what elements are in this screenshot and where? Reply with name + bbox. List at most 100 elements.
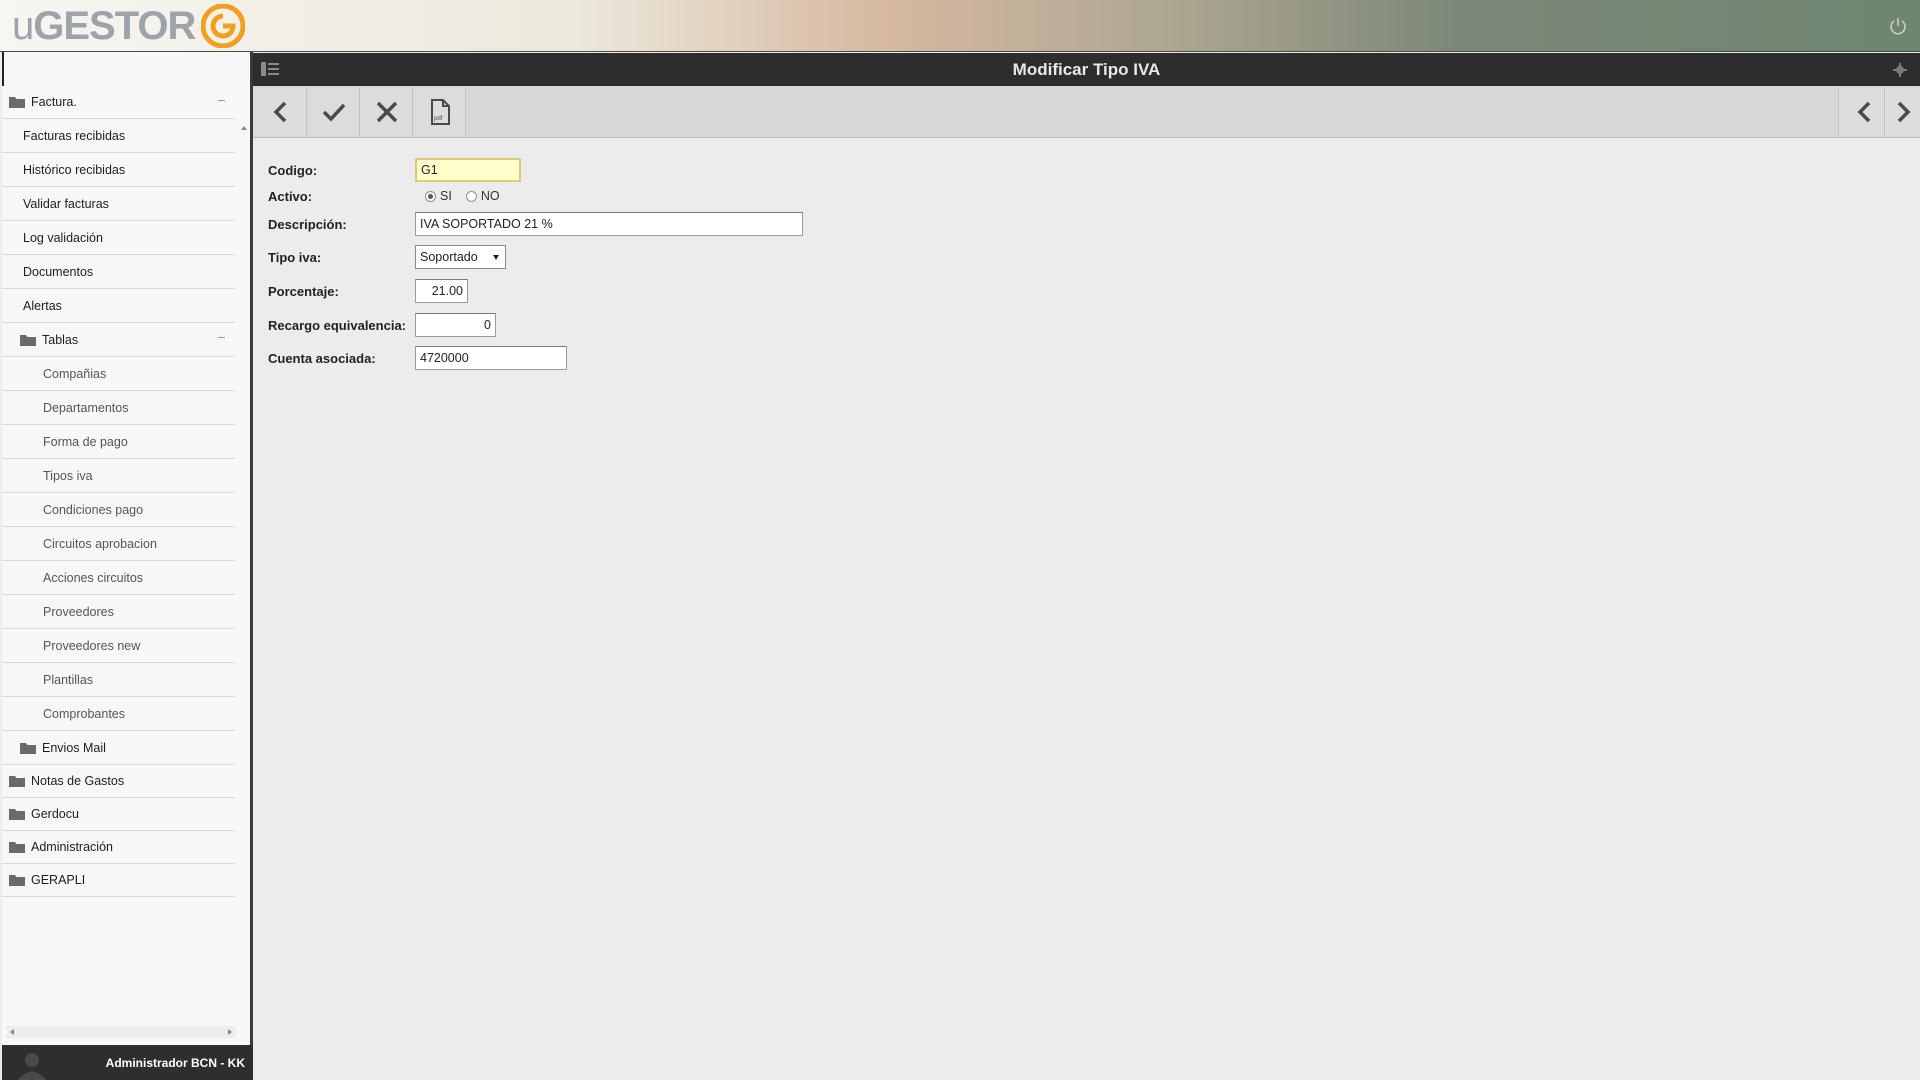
- recargo-row: Recargo equivalencia:: [268, 313, 1168, 337]
- sidebar-item-comprobantes[interactable]: Comprobantes: [2, 697, 235, 731]
- folder-icon: [9, 97, 25, 108]
- check-icon: [322, 103, 345, 122]
- page-header: Modificar Tipo IVA: [253, 53, 1920, 86]
- user-bar[interactable]: Administrador BCN - KK: [2, 1045, 253, 1080]
- page-title: Modificar Tipo IVA: [1012, 59, 1161, 79]
- logo-mark-icon: [201, 4, 246, 48]
- activo-no-label: NO: [480, 189, 500, 203]
- folder-icon: [9, 842, 25, 853]
- activo-no-radio[interactable]: [465, 190, 477, 202]
- codigo-row: Codigo:: [268, 158, 1168, 182]
- sidebar-item-label: Comprobantes: [43, 706, 125, 721]
- cancel-button[interactable]: [361, 88, 413, 136]
- sidebar-item-label: Factura.: [31, 95, 77, 109]
- sidebar-item-circuitos-aprobacion[interactable]: Circuitos aprobacion: [2, 527, 235, 561]
- sidebar-item-companias[interactable]: Compañias: [2, 357, 235, 391]
- scroll-up-icon[interactable]: [241, 126, 247, 130]
- sidebar-item-label: Envios Mail: [42, 740, 106, 755]
- user-name: Administrador BCN - KK: [105, 1055, 245, 1070]
- sidebar-item-label: Documentos: [23, 264, 94, 279]
- sidebar-item-gerapli[interactable]: GERAPLI: [2, 864, 235, 897]
- close-icon: [376, 101, 397, 123]
- sidebar-item-validar-facturas[interactable]: Validar facturas: [2, 187, 235, 221]
- descripcion-field[interactable]: [415, 212, 803, 236]
- pdf-icon: pdf: [430, 99, 450, 125]
- sidebar-item-label: Alertas: [23, 298, 62, 313]
- sidebar-item-condiciones-pago[interactable]: Condiciones pago: [2, 493, 235, 527]
- power-icon[interactable]: [1888, 16, 1908, 36]
- codigo-field[interactable]: [415, 158, 521, 182]
- sidebar-item-label: Plantillas: [43, 672, 94, 687]
- sidebar-item-tablas[interactable]: Tablas: [2, 323, 235, 357]
- descripcion-label: Descripción:: [268, 216, 347, 232]
- sidebar-item-label: GERAPLI: [31, 873, 86, 887]
- sidebar-item-acciones-circuitos[interactable]: Acciones circuitos: [2, 561, 235, 595]
- activo-radio-group: SI NO: [425, 189, 514, 203]
- main-scrollbar[interactable]: [1908, 138, 1920, 1080]
- activo-row: Activo: SI NO: [268, 184, 1168, 208]
- sidebar-item-alertas[interactable]: Alertas: [2, 289, 235, 323]
- sidebar-item-label: Compañias: [43, 366, 107, 381]
- cuenta-field[interactable]: [415, 346, 567, 370]
- sidebar-item-plantillas[interactable]: Plantillas: [2, 663, 235, 697]
- top-banner: uGESTOR: [0, 0, 1920, 52]
- toolbar: pdf: [253, 86, 1920, 138]
- menu-toggle-icon[interactable]: [261, 62, 279, 76]
- sidebar-item-departamentos[interactable]: Departamentos: [2, 391, 235, 425]
- tipo-iva-select[interactable]: Soportado: [415, 245, 506, 269]
- folder-icon: [9, 875, 25, 886]
- chevron-left-icon: [1857, 101, 1870, 123]
- sidebar-item-administracion[interactable]: Administración: [2, 831, 235, 864]
- sidebar: Factura. Facturas recibidas Histórico reci…: [2, 52, 253, 1080]
- sidebar-item-proveedores-new[interactable]: Proveedores new: [2, 629, 235, 663]
- settings-icon[interactable]: [1892, 62, 1908, 78]
- folder-icon: [9, 776, 25, 787]
- activo-label: Activo:: [268, 188, 313, 204]
- logo-text: uGESTOR: [12, 4, 196, 48]
- sidebar-item-forma-de-pago[interactable]: Forma de pago: [2, 425, 235, 459]
- folder-icon: [9, 809, 25, 820]
- tipo-iva-selected: Soportado: [420, 250, 478, 264]
- sidebar-divider: [2, 52, 4, 86]
- pdf-button[interactable]: pdf: [414, 88, 466, 136]
- sidebar-item-label: Validar facturas: [23, 196, 109, 211]
- pdf-icon-text: pdf: [434, 116, 443, 122]
- sidebar-item-documentos[interactable]: Documentos: [2, 255, 235, 289]
- sidebar-item-envios-mail[interactable]: Envios Mail: [2, 731, 235, 765]
- sidebar-item-log-validacion[interactable]: Log validación: [2, 221, 235, 255]
- scroll-right-icon[interactable]: [228, 1029, 232, 1035]
- sidebar-item-tipos-iva[interactable]: Tipos iva: [2, 459, 235, 493]
- sidebar-item-gerdocu[interactable]: Gerdocu: [2, 798, 235, 831]
- back-button[interactable]: [255, 88, 307, 136]
- previous-record-button[interactable]: [1838, 88, 1890, 136]
- scroll-left-icon[interactable]: [10, 1029, 14, 1035]
- sidebar-item-label: Condiciones pago: [43, 502, 144, 517]
- sidebar-item-facturas-recibidas[interactable]: Facturas recibidas: [2, 119, 235, 153]
- sidebar-item-label: Proveedores: [43, 604, 114, 619]
- sidebar-horizontal-scrollbar[interactable]: [6, 1026, 236, 1038]
- porcentaje-row: Porcentaje:: [268, 279, 1168, 303]
- sidebar-item-notas-de-gastos[interactable]: Notas de Gastos: [2, 765, 235, 798]
- sidebar-item-label: Forma de pago: [43, 434, 128, 449]
- sidebar-item-label: Circuitos aprobacion: [43, 536, 157, 551]
- recargo-field[interactable]: [415, 313, 496, 337]
- porcentaje-field[interactable]: [415, 279, 468, 303]
- sidebar-item-historico-recibidas[interactable]: Histórico recibidas: [2, 153, 235, 187]
- sidebar-vertical-scrollbar[interactable]: [240, 86, 249, 1050]
- next-record-button[interactable]: [1884, 88, 1920, 136]
- collapse-icon[interactable]: [218, 337, 225, 338]
- accept-button[interactable]: [308, 88, 360, 136]
- sidebar-item-label: Proveedores new: [43, 638, 141, 653]
- sidebar-item-factura[interactable]: Factura.: [2, 86, 235, 119]
- activo-si-radio[interactable]: [425, 190, 436, 202]
- sidebar-item-label: Administración: [31, 840, 113, 854]
- sidebar-item-proveedores[interactable]: Proveedores: [2, 595, 235, 629]
- sidebar-nav: Factura. Facturas recibidas Histórico reci…: [2, 86, 235, 897]
- cuenta-row: Cuenta asociada:: [268, 346, 1168, 370]
- tipo-iva-row: Tipo iva: Soportado: [268, 245, 1168, 269]
- user-avatar-icon: [18, 1053, 46, 1080]
- recargo-label: Recargo equivalencia:: [268, 317, 406, 333]
- folder-icon: [20, 742, 36, 754]
- collapse-icon[interactable]: [218, 100, 225, 101]
- porcentaje-label: Porcentaje:: [268, 283, 339, 299]
